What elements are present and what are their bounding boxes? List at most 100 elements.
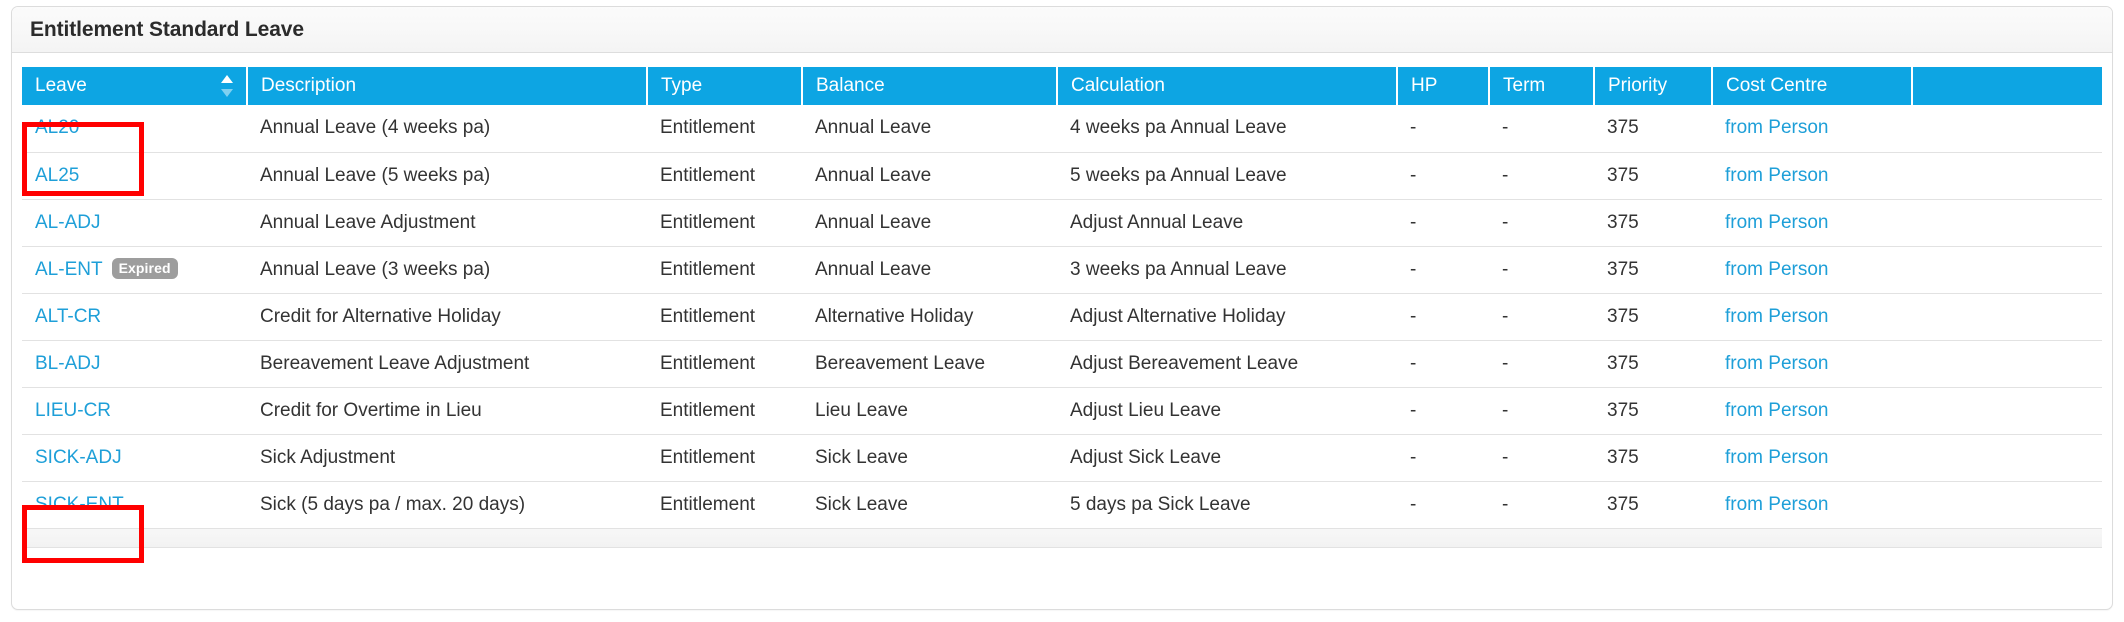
cell-hp: - [1397, 293, 1489, 341]
leave-code-link[interactable]: SICK-ADJ [35, 447, 122, 468]
cell-term: - [1489, 434, 1594, 482]
cell-balance: Sick Leave [802, 434, 1057, 482]
cell-term: - [1489, 293, 1594, 341]
cell-actions [1912, 481, 2102, 529]
cell-actions [1912, 105, 2102, 153]
cell-actions [1912, 152, 2102, 200]
column-header-cost-centre-label: Cost Centre [1726, 75, 1828, 96]
cost-centre-link[interactable]: from Person [1725, 353, 1828, 374]
column-header-hp-label: HP [1411, 75, 1438, 96]
column-header-description[interactable]: Description [247, 67, 648, 105]
column-header-priority[interactable]: Priority [1594, 67, 1713, 105]
cell-actions [1912, 340, 2102, 388]
sort-both-icon[interactable] [221, 75, 234, 97]
cell-type: Entitlement [647, 293, 802, 341]
table-row: SICK-ADJ Sick Adjustment Entitlement Sick L… [22, 434, 2102, 482]
table-body: AL20 Annual Leave (4 weeks pa) Entitlement… [22, 105, 2102, 529]
column-header-hp[interactable]: HP [1397, 67, 1490, 105]
cell-calculation: 4 weeks pa Annual Leave [1057, 105, 1397, 153]
screenshot-root: Entitlement Standard Leave Leave Descrip… [0, 0, 2124, 622]
cell-leave: ALT-CR [22, 293, 247, 341]
cost-centre-link[interactable]: from Person [1725, 117, 1828, 138]
cell-description: Credit for Alternative Holiday [247, 293, 647, 341]
cell-leave: BL-ADJ [22, 340, 247, 388]
column-header-type[interactable]: Type [647, 67, 803, 105]
leave-code-link[interactable]: BL-ADJ [35, 353, 100, 374]
status-badge: Expired [111, 258, 178, 279]
cell-priority: 375 [1594, 199, 1712, 247]
cell-description: Sick Adjustment [247, 434, 647, 482]
cell-priority: 375 [1594, 152, 1712, 200]
cell-cost-centre: from Person [1712, 246, 1912, 294]
cell-term: - [1489, 199, 1594, 247]
cell-term: - [1489, 387, 1594, 435]
cell-description: Annual Leave (5 weeks pa) [247, 152, 647, 200]
cost-centre-link[interactable]: from Person [1725, 212, 1828, 233]
cell-balance: Annual Leave [802, 246, 1057, 294]
cell-balance: Annual Leave [802, 199, 1057, 247]
cell-type: Entitlement [647, 152, 802, 200]
cell-description: Annual Leave (3 weeks pa) [247, 246, 647, 294]
cell-priority: 375 [1594, 434, 1712, 482]
cell-hp: - [1397, 246, 1489, 294]
leave-code-link[interactable]: SICK-ENT [35, 494, 124, 515]
column-header-term[interactable]: Term [1489, 67, 1595, 105]
cell-leave: LIEU-CR [22, 387, 247, 435]
cell-priority: 375 [1594, 481, 1712, 529]
cost-centre-link[interactable]: from Person [1725, 447, 1828, 468]
cost-centre-link[interactable]: from Person [1725, 306, 1828, 327]
leave-code-link[interactable]: AL20 [35, 117, 79, 138]
column-header-balance-label: Balance [816, 75, 885, 96]
cell-leave: SICK-ADJ [22, 434, 247, 482]
cell-type: Entitlement [647, 387, 802, 435]
cell-hp: - [1397, 481, 1489, 529]
column-header-cost-centre[interactable]: Cost Centre [1712, 67, 1913, 105]
leave-code-link[interactable]: AL25 [35, 165, 79, 186]
column-header-leave[interactable]: Leave [22, 67, 248, 105]
cell-cost-centre: from Person [1712, 340, 1912, 388]
cell-leave: AL25 [22, 152, 247, 200]
cell-description: Annual Leave (4 weeks pa) [247, 105, 647, 153]
table-row: AL25 Annual Leave (5 weeks pa) Entitlement… [22, 152, 2102, 200]
cell-actions [1912, 199, 2102, 247]
column-header-balance[interactable]: Balance [802, 67, 1058, 105]
cost-centre-link[interactable]: from Person [1725, 494, 1828, 515]
cost-centre-link[interactable]: from Person [1725, 259, 1828, 280]
cell-calculation: Adjust Sick Leave [1057, 434, 1397, 482]
cell-type: Entitlement [647, 481, 802, 529]
cell-balance: Sick Leave [802, 481, 1057, 529]
leave-code-link[interactable]: LIEU-CR [35, 400, 111, 421]
table-row: LIEU-CR Credit for Overtime in Lieu Entitl… [22, 387, 2102, 435]
cell-priority: 375 [1594, 105, 1712, 153]
cell-term: - [1489, 481, 1594, 529]
cell-balance: Alternative Holiday [802, 293, 1057, 341]
cell-cost-centre: from Person [1712, 293, 1912, 341]
table-row: SICK-ENT Sick (5 days pa / max. 20 days) E… [22, 481, 2102, 529]
column-header-term-label: Term [1503, 75, 1546, 96]
table-row: AL-ADJ Annual Leave Adjustment Entitlement… [22, 199, 2102, 247]
table-row: BL-ADJ Bereavement Leave Adjustment Entitl… [22, 340, 2102, 388]
leave-code-link[interactable]: AL-ADJ [35, 212, 100, 233]
cell-leave: AL-ENT Expired [22, 246, 247, 294]
cell-balance: Annual Leave [802, 105, 1057, 153]
cell-description: Bereavement Leave Adjustment [247, 340, 647, 388]
cell-hp: - [1397, 387, 1489, 435]
cell-hp: - [1397, 199, 1489, 247]
cell-balance: Bereavement Leave [802, 340, 1057, 388]
cell-term: - [1489, 105, 1594, 153]
table-header: Leave Description Type Balance Calculati… [22, 67, 2102, 105]
leave-code-link[interactable]: AL-ENT [35, 259, 103, 280]
cost-centre-link[interactable]: from Person [1725, 400, 1828, 421]
cell-balance: Lieu Leave [802, 387, 1057, 435]
cell-type: Entitlement [647, 246, 802, 294]
cell-term: - [1489, 246, 1594, 294]
column-header-calculation[interactable]: Calculation [1057, 67, 1398, 105]
cell-hp: - [1397, 434, 1489, 482]
cell-calculation: 3 weeks pa Annual Leave [1057, 246, 1397, 294]
cost-centre-link[interactable]: from Person [1725, 165, 1828, 186]
leave-code-link[interactable]: ALT-CR [35, 306, 101, 327]
table-footer-strip [22, 528, 2102, 548]
cell-calculation: 5 days pa Sick Leave [1057, 481, 1397, 529]
column-header-calculation-label: Calculation [1071, 75, 1165, 96]
cell-hp: - [1397, 152, 1489, 200]
